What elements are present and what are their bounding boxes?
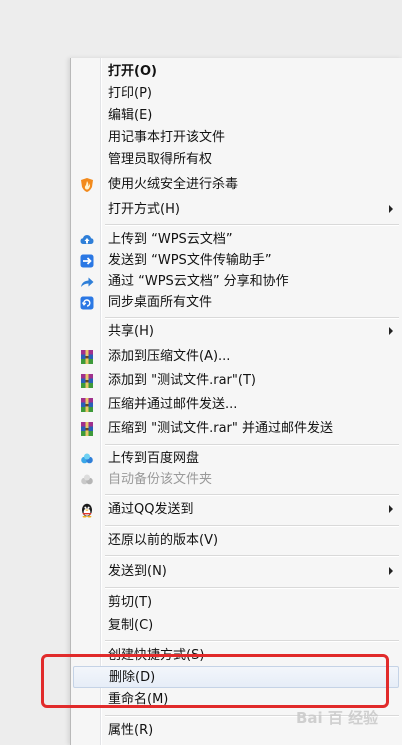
menu-separator — [105, 587, 399, 589]
menu-item-label: 剪切(T) — [108, 595, 153, 610]
menu-item-label: 打开(O) — [108, 64, 157, 79]
menu-item-label: 复制(C) — [108, 618, 154, 633]
menu-item-label: 上传到百度网盘 — [108, 451, 200, 466]
menu-item-open-with[interactable]: 打开方式(H) — [73, 199, 399, 221]
menu-item-huorong-scan[interactable]: 使用火绒安全进行杀毒 — [73, 174, 399, 196]
menu-item-copy[interactable]: 复制(C) — [73, 615, 399, 637]
winrar-icon — [79, 397, 95, 413]
menu-item-label: 自动备份该文件夹 — [108, 472, 213, 487]
menu-item-auto-backup[interactable]: 自动备份该文件夹 — [73, 469, 399, 491]
menu-item-label: 还原以前的版本(V) — [108, 533, 219, 548]
menu-separator — [105, 444, 399, 446]
submenu-arrow-icon — [389, 505, 393, 513]
menu-item-add-to-rar[interactable]: 添加到 "测试文件.rar"(T) — [73, 370, 399, 392]
menu-item-wps-upload[interactable]: 上传到 “WPS云文档” — [73, 229, 399, 251]
menu-item-compress-email[interactable]: 压缩并通过邮件发送... — [73, 394, 399, 416]
menu-item-wps-send[interactable]: 发送到 “WPS文件传输助手” — [73, 250, 399, 272]
menu-item-print[interactable]: 打印(P) — [73, 83, 399, 105]
menu-item-open[interactable]: 打开(O) — [73, 61, 399, 83]
menu-item-edit[interactable]: 编辑(E) — [73, 105, 399, 127]
menu-item-baidu-upload[interactable]: 上传到百度网盘 — [73, 448, 399, 470]
menu-item-cut[interactable]: 剪切(T) — [73, 592, 399, 614]
menu-item-sync-desktop[interactable]: 同步桌面所有文件 — [73, 292, 399, 314]
menu-separator — [105, 494, 399, 496]
menu-separator — [105, 640, 399, 642]
winrar-icon — [79, 373, 95, 389]
menu-item-label: 添加到 "测试文件.rar"(T) — [108, 373, 256, 388]
menu-item-label: 打印(P) — [108, 86, 152, 101]
menu-item-compress-rar-email[interactable]: 压缩到 "测试文件.rar" 并通过邮件发送 — [73, 418, 399, 440]
cloud-upload-icon — [79, 232, 95, 248]
baidu-netdisk-icon — [79, 451, 95, 467]
menu-item-label: 上传到 “WPS云文档” — [108, 232, 233, 247]
menu-item-label: 添加到压缩文件(A)... — [108, 349, 231, 364]
menu-item-label: 编辑(E) — [108, 108, 153, 123]
menu-item-label: 发送到 “WPS文件传输助手” — [108, 253, 272, 268]
menu-item-label: 通过QQ发送到 — [108, 502, 194, 517]
menu-item-restore-previous[interactable]: 还原以前的版本(V) — [73, 530, 399, 552]
menu-item-open-with-notepad[interactable]: 用记事本打开该文件 — [73, 127, 399, 149]
menu-item-add-to-archive[interactable]: 添加到压缩文件(A)... — [73, 346, 399, 368]
winrar-icon — [79, 349, 95, 365]
sync-icon — [79, 295, 95, 311]
qq-penguin-icon — [79, 502, 95, 518]
watermark: Bai 百 经验 — [296, 709, 379, 727]
menu-item-send-via-qq[interactable]: 通过QQ发送到 — [73, 499, 399, 521]
submenu-arrow-icon — [389, 327, 393, 335]
send-arrow-icon — [79, 253, 95, 269]
menu-item-label: 通过 “WPS云文档” 分享和协作 — [108, 274, 289, 289]
menu-separator — [105, 525, 399, 527]
menu-item-label: 属性(R) — [108, 723, 154, 738]
menu-item-share[interactable]: 共享(H) — [73, 321, 399, 343]
menu-separator — [105, 317, 399, 319]
menu-item-label: 共享(H) — [108, 324, 154, 339]
menu-item-label: 管理员取得所有权 — [108, 152, 213, 167]
context-menu: 打开(O) 打印(P) 编辑(E) 用记事本打开该文件 管理员取得所有权 使用火… — [70, 58, 402, 745]
menu-item-label: 使用火绒安全进行杀毒 — [108, 177, 239, 192]
menu-item-wps-share[interactable]: 通过 “WPS云文档” 分享和协作 — [73, 271, 399, 293]
menu-item-label: 用记事本打开该文件 — [108, 130, 226, 145]
highlight-annotation-box — [41, 654, 389, 708]
share-icon — [79, 274, 95, 290]
menu-item-send-to[interactable]: 发送到(N) — [73, 561, 399, 583]
baidu-backup-icon — [79, 472, 95, 488]
submenu-arrow-icon — [389, 567, 393, 575]
menu-item-label: 同步桌面所有文件 — [108, 295, 213, 310]
menu-item-label: 压缩并通过邮件发送... — [108, 397, 238, 412]
menu-separator — [105, 224, 399, 226]
winrar-icon — [79, 421, 95, 437]
menu-item-label: 打开方式(H) — [108, 202, 180, 217]
menu-separator — [105, 555, 399, 557]
menu-item-take-ownership[interactable]: 管理员取得所有权 — [73, 149, 399, 171]
huorong-shield-icon — [79, 177, 95, 193]
menu-item-label: 发送到(N) — [108, 564, 167, 579]
menu-item-label: 压缩到 "测试文件.rar" 并通过邮件发送 — [108, 421, 334, 436]
submenu-arrow-icon — [389, 205, 393, 213]
